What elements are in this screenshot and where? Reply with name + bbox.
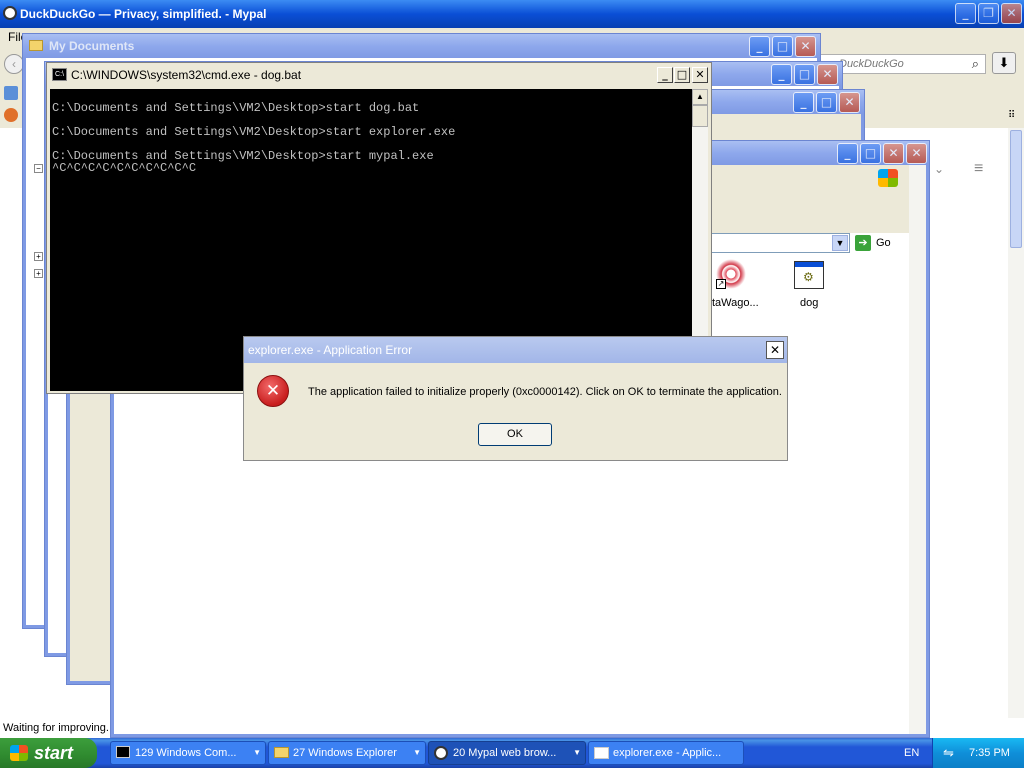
address-dropdown-icon[interactable]: ▼ — [832, 235, 848, 251]
cmd-line-2: C:\Documents and Settings\VM2\Desktop>st… — [52, 125, 456, 139]
explorer-4-scrollbar[interactable] — [909, 165, 926, 734]
explorer-3-close-button[interactable]: ✕ — [839, 92, 860, 113]
taskbar: start 129 Windows Com... ▼ 27 Windows Ex… — [0, 738, 1024, 768]
my-documents-title: My Documents — [49, 39, 135, 53]
browser-title-bar[interactable]: DuckDuckGo — Privacy, simplified. - Mypa… — [0, 0, 1024, 28]
explorer-2-maximize-button[interactable]: □ — [794, 64, 815, 85]
explorer-4-minimize-button[interactable]: _ — [837, 143, 858, 164]
task-error-label: explorer.exe - Applic... — [613, 747, 722, 759]
cmd-icon: C:\ — [52, 68, 67, 81]
task-mypal[interactable]: 20 Mypal web brow... ▼ — [428, 741, 586, 765]
search-placeholder: DuckDuckGo — [839, 58, 904, 70]
browser-title: DuckDuckGo — Privacy, simplified. - Mypa… — [20, 7, 267, 21]
start-label: start — [34, 743, 74, 763]
cmd-minimize-button[interactable]: _ — [657, 67, 673, 83]
ok-button[interactable]: OK — [478, 423, 552, 446]
mypal-icon — [3, 6, 17, 20]
windows-logo-icon — [878, 169, 898, 187]
explorer-3-maximize-button[interactable]: □ — [816, 92, 837, 113]
mydocs-maximize-button[interactable]: □ — [772, 36, 793, 57]
scrollbar-thumb[interactable] — [692, 105, 708, 127]
explorer-4-close-button[interactable]: ✕ — [883, 143, 904, 164]
go-button[interactable]: Go — [876, 237, 891, 249]
scrollbar-thumb[interactable] — [1010, 130, 1022, 248]
cmd-title-bar[interactable]: C:\ C:\WINDOWS\system32\cmd.exe - dog.ba… — [47, 63, 711, 87]
task-error-dialog[interactable]: explorer.exe - Applic... — [588, 741, 744, 765]
download-icon[interactable]: ⬇ — [992, 52, 1016, 74]
scroll-up-icon[interactable]: ▲ — [692, 89, 708, 105]
go-arrow-icon[interactable]: ➔ — [855, 235, 871, 251]
chevron-down-icon[interactable]: ⌄ — [934, 162, 944, 176]
tree-expand-icon-3[interactable]: + — [34, 269, 43, 278]
folder-icon — [29, 40, 43, 51]
explorer-4-maximize-button[interactable]: □ — [860, 143, 881, 164]
my-documents-title-bar[interactable]: My Documents _ □ ✕ — [23, 34, 820, 58]
status-bar-text: Waiting for improving... — [3, 722, 116, 734]
explorer-2-minimize-button[interactable]: _ — [771, 64, 792, 85]
task-explorer-arrow-icon: ▼ — [413, 748, 421, 757]
sidebar-icon-2 — [4, 108, 18, 122]
error-icon: ✕ — [257, 375, 289, 407]
dialog-message: The application failed to initialize pro… — [308, 386, 782, 398]
dialog-close-button[interactable]: ✕ — [766, 341, 784, 359]
window-icon — [594, 747, 609, 759]
browser-scrollbar[interactable] — [1008, 128, 1024, 718]
dialog-title-bar[interactable]: explorer.exe - Application Error ✕ — [244, 337, 787, 363]
task-mypal-label: 20 Mypal web brow... — [453, 747, 557, 759]
cmd-line-4: ^C^C^C^C^C^C^C^C^C^C — [52, 161, 197, 175]
task-cmd-arrow-icon: ▼ — [253, 748, 261, 757]
system-tray: ⇋ 7:35 PM — [932, 738, 1024, 768]
icon-label-tawago[interactable]: taWago... — [712, 297, 759, 309]
explorer-3-minimize-button[interactable]: _ — [793, 92, 814, 113]
dialog-title: explorer.exe - Application Error — [248, 343, 413, 357]
start-button[interactable]: start — [0, 738, 97, 768]
error-dialog: explorer.exe - Application Error ✕ ✕ The… — [243, 336, 788, 461]
folder-icon — [274, 747, 289, 758]
task-explorer-label: 27 Windows Explorer — [293, 747, 397, 759]
browser-minimize-button[interactable]: _ — [955, 3, 976, 24]
language-indicator[interactable]: EN — [904, 747, 919, 759]
back-button[interactable]: ‹ — [4, 54, 24, 74]
browser-close-button[interactable]: ✕ — [1001, 3, 1022, 24]
network-icon[interactable]: ⇋ — [943, 738, 954, 768]
batch-file-icon[interactable]: ⚙ — [794, 261, 824, 289]
browser-restore-button[interactable]: ❐ — [978, 3, 999, 24]
cmd-close-button[interactable]: ✕ — [692, 67, 708, 83]
tree-expand-icon[interactable]: − — [34, 164, 43, 173]
search-input[interactable]: DuckDuckGo ⌕ — [820, 54, 986, 74]
task-cmd[interactable]: 129 Windows Com... ▼ — [110, 741, 266, 765]
shortcut-arrow-icon: ↗ — [716, 279, 726, 289]
clock[interactable]: 7:35 PM — [969, 738, 1010, 768]
overflow-dots-icon[interactable]: ⠿ — [1008, 110, 1015, 121]
mydocs-close-button[interactable]: ✕ — [795, 36, 816, 57]
hamburger-menu-icon[interactable]: ≡ — [974, 160, 983, 178]
explorer-4-close-button-2[interactable]: ✕ — [906, 143, 927, 164]
windows-flag-icon — [10, 745, 28, 761]
tree-expand-icon-2[interactable]: + — [34, 252, 43, 261]
task-explorer[interactable]: 27 Windows Explorer ▼ — [268, 741, 426, 765]
cmd-maximize-button[interactable]: □ — [674, 67, 690, 83]
mydocs-minimize-button[interactable]: _ — [749, 36, 770, 57]
icon-label-dog[interactable]: dog — [800, 297, 818, 309]
mypal-icon — [434, 746, 448, 760]
cmd-icon — [116, 746, 130, 758]
cmd-line-1: C:\Documents and Settings\VM2\Desktop>st… — [52, 101, 420, 115]
task-mypal-arrow-icon: ▼ — [573, 748, 581, 757]
task-cmd-label: 129 Windows Com... — [135, 747, 237, 759]
cmd-title: C:\WINDOWS\system32\cmd.exe - dog.bat — [71, 68, 302, 82]
search-icon[interactable]: ⌕ — [972, 56, 979, 72]
sidebar-icon — [4, 86, 18, 100]
explorer-2-close-button[interactable]: ✕ — [817, 64, 838, 85]
